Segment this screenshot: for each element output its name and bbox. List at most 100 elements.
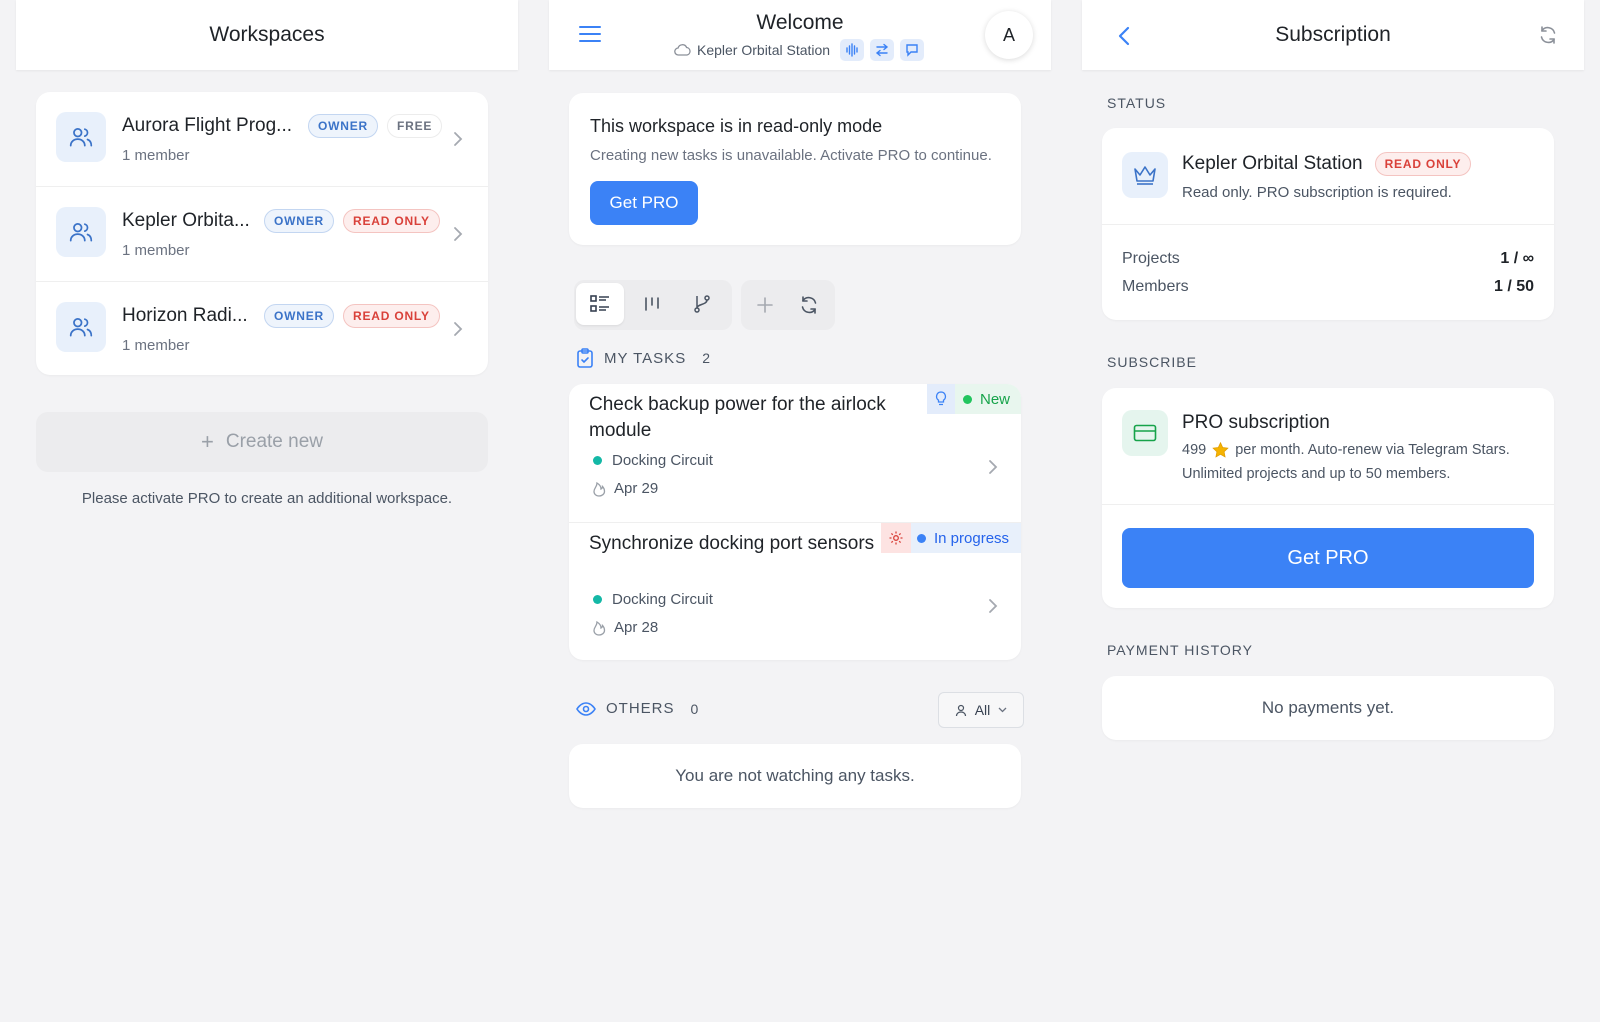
flame-icon [593, 481, 606, 497]
users-icon [56, 302, 106, 352]
status-text: New [980, 390, 1011, 408]
projects-row: Projects 1 / ∞ [1122, 250, 1534, 268]
status-text: In progress [934, 529, 1010, 547]
workspace-item[interactable]: Horizon Radi... 1 member OWNER READ ONLY [36, 282, 488, 377]
task-date: Apr 28 [592, 619, 658, 636]
chevron-right-icon [989, 460, 998, 474]
payment-history-empty: No payments yet. [1102, 676, 1554, 740]
price-description: per month. Auto-renew via Telegram Stars… [1235, 442, 1510, 458]
chevron-right-icon [454, 132, 463, 146]
project-dot [593, 456, 602, 465]
subscription-panel: Subscription STATUS Kepler Orbital Stati… [1082, 0, 1584, 1022]
divider [1102, 224, 1554, 225]
project-name: Docking Circuit [612, 591, 713, 608]
credit-card-icon [1122, 410, 1168, 456]
others-header: OTHERS 0 [576, 700, 698, 717]
workspace-item[interactable]: Kepler Orbita... 1 member OWNER READ ONL… [36, 187, 488, 282]
chevron-down-icon [998, 707, 1007, 713]
page-title: Subscription [1275, 23, 1391, 46]
get-pro-button[interactable]: Get PRO [1122, 528, 1534, 588]
users-icon [56, 207, 106, 257]
workspace-item[interactable]: Aurora Flight Prog... 1 member OWNER FRE… [36, 92, 488, 187]
projects-value: 1 / ∞ [1500, 250, 1534, 267]
task-title: Check backup power for the airlock modul… [589, 394, 886, 441]
projects-label: Projects [1122, 250, 1180, 267]
create-new-label: Create new [225, 431, 324, 452]
user-icon [955, 704, 966, 716]
project-name: Docking Circuit [612, 452, 713, 469]
plan-badge: FREE [387, 114, 443, 138]
price-value: 499 [1182, 442, 1207, 458]
workspace-list: Aurora Flight Prog... 1 member OWNER FRE… [36, 92, 488, 375]
owner-badge: OWNER [264, 209, 334, 233]
subscription-price-line: 499 per month. Auto-renew via Telegram S… [1182, 442, 1510, 458]
swap-icon[interactable] [870, 39, 895, 61]
project-dot [593, 595, 602, 604]
welcome-panel: Welcome Kepler Orbital Station A This wo… [549, 0, 1051, 1022]
read-only-badge: READ ONLY [1374, 152, 1472, 176]
avatar[interactable]: A [985, 11, 1033, 59]
board-view-icon[interactable] [630, 283, 674, 325]
others-empty-state: You are not watching any tasks. [569, 744, 1021, 808]
task-project: Docking Circuit [593, 452, 713, 469]
task-item[interactable]: Check backup power for the airlock modul… [569, 384, 1021, 522]
workspace-members: 1 member [122, 242, 190, 259]
status-description: Read only. PRO subscription is required. [1182, 184, 1452, 201]
workspace-name: Aurora Flight Prog... [122, 115, 293, 136]
add-task-icon[interactable] [745, 284, 785, 326]
status-badge: In progress [881, 523, 1021, 553]
my-tasks-header: MY TASKS 2 [576, 348, 710, 368]
create-new-button[interactable]: + Create new [36, 412, 488, 472]
star-icon [1212, 442, 1229, 458]
refresh-icon[interactable] [789, 284, 829, 326]
action-toolbar [741, 280, 835, 330]
workspace-members: 1 member [122, 147, 190, 164]
list-view-icon[interactable] [576, 283, 624, 325]
due-date: Apr 29 [614, 480, 659, 497]
chevron-right-icon [989, 599, 998, 613]
my-tasks-count: 2 [702, 350, 710, 366]
chat-icon[interactable] [900, 39, 925, 61]
chevron-right-icon [454, 227, 463, 241]
task-date: Apr 29 [592, 480, 658, 497]
members-row: Members 1 / 50 [1122, 278, 1534, 296]
flame-icon [593, 620, 606, 636]
workspace-name: Horizon Radi... [122, 305, 248, 326]
cloud-icon [674, 44, 691, 56]
divider [1102, 504, 1554, 505]
refresh-icon[interactable] [1538, 25, 1558, 45]
task-project: Docking Circuit [593, 591, 713, 608]
branch-view-icon[interactable] [680, 283, 724, 325]
read-only-heading: This workspace is in read-only mode [590, 116, 883, 136]
lightbulb-icon [927, 384, 955, 414]
read-only-body: Creating new tasks is unavailable. Activ… [590, 147, 992, 164]
page-title: Welcome [756, 11, 844, 34]
page-title: Workspaces [209, 23, 325, 46]
workspace-name: Kepler Orbita... [122, 210, 250, 231]
workspaces-header: Workspaces [16, 0, 518, 70]
eye-icon [576, 701, 596, 716]
status-badge: New [927, 384, 1021, 414]
status-dot [917, 533, 926, 543]
task-list: Check backup power for the airlock modul… [569, 384, 1021, 660]
task-item[interactable]: Synchronize docking port sensors Docking… [569, 523, 1021, 660]
task-title: Synchronize docking port sensors [589, 533, 875, 554]
plus-icon: + [200, 429, 214, 454]
others-filter-dropdown[interactable]: All [938, 692, 1024, 728]
subscription-features: Unlimited projects and up to 50 members. [1182, 466, 1451, 482]
read-only-badge: READ ONLY [343, 209, 440, 233]
pro-notice: Please activate PRO to create an additio… [81, 490, 453, 507]
workspace-subtitle[interactable]: Kepler Orbital Station [674, 39, 925, 61]
workspace-name: Kepler Orbital Station [697, 42, 831, 58]
read-only-badge: READ ONLY [343, 304, 440, 328]
payment-history-label: PAYMENT HISTORY [1107, 642, 1253, 658]
subscription-header: Subscription [1082, 0, 1584, 70]
my-tasks-label: MY TASKS [604, 349, 687, 367]
get-pro-button[interactable]: Get PRO [590, 181, 698, 225]
others-count: 0 [690, 700, 699, 717]
workspace-name: Kepler Orbital Station [1182, 153, 1363, 174]
audio-icon[interactable] [840, 39, 865, 61]
gear-icon [881, 523, 911, 553]
welcome-header: Welcome Kepler Orbital Station A [549, 0, 1051, 70]
pro-subscription-title: PRO subscription [1182, 412, 1330, 433]
